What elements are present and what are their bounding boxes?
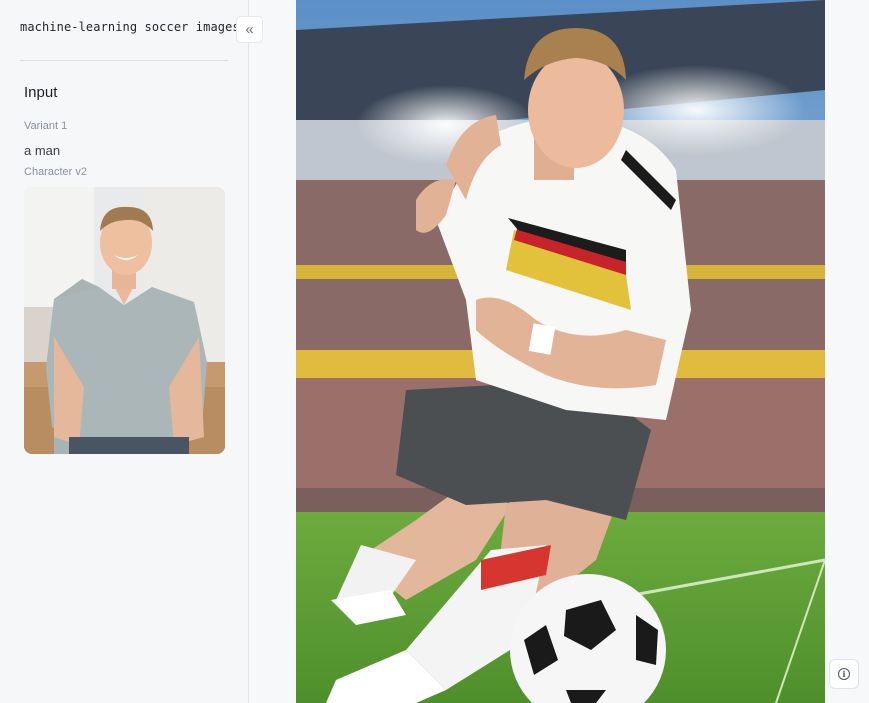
info-button[interactable]: i [829, 659, 859, 689]
character-reference-image[interactable] [24, 187, 225, 454]
sidebar-divider [20, 60, 228, 61]
character-label: Character v2 [24, 166, 87, 178]
reference-photo [24, 187, 225, 454]
chevrons-left-icon: « [245, 21, 254, 38]
project-title: machine-learning soccer images [20, 20, 240, 34]
generated-image[interactable] [296, 0, 825, 703]
variant-label: Variant 1 [24, 120, 68, 132]
sidebar: machine-learning soccer images Input Var… [0, 0, 249, 703]
input-heading: Input [24, 84, 58, 101]
info-icon: i [838, 668, 850, 680]
prompt-value: a man [24, 143, 61, 158]
collapse-sidebar-button[interactable]: « [236, 16, 263, 43]
soccer-player-photo [296, 0, 825, 703]
